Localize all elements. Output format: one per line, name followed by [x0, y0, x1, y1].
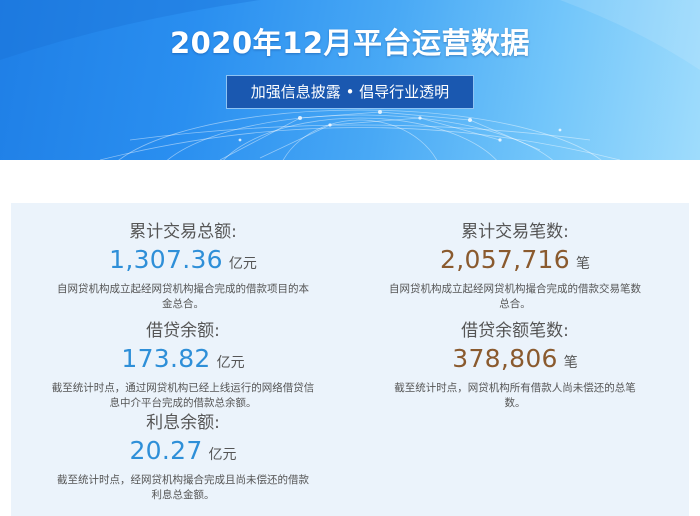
- stat-value-line: 1,307.36 亿元: [37, 245, 329, 279]
- stat-value-line: 2,057,716 笔: [369, 245, 661, 279]
- stat-value-line: 173.82 亿元: [37, 344, 329, 378]
- stat-unit: 笔: [563, 355, 578, 371]
- stat-value: 173.82: [121, 344, 211, 373]
- stat-value-line: 20.27 亿元: [37, 436, 329, 470]
- stat-value: 2,057,716: [440, 245, 570, 274]
- header-banner: 2020年12月平台运营数据 加强信息披露 • 倡导行业透明: [0, 0, 700, 160]
- stat-label: 累计交易总额:: [129, 222, 237, 242]
- stat-description: 截至统计时点，通过网贷机构已经上线运行的网络借贷信息中介平台完成的借款总余额。: [51, 382, 315, 409]
- stat-label: 借贷余额:: [146, 321, 220, 341]
- stat-total-amount: 累计交易总额: 1,307.36 亿元 自网贷机构成立起经网贷机构撮合完成的借款项…: [37, 221, 329, 312]
- stat-description: 截至统计时点，经网贷机构撮合完成且尚未偿还的借款利息总金额。: [57, 474, 309, 501]
- stat-loan-balance: 借贷余额: 173.82 亿元 截至统计时点，通过网贷机构已经上线运行的网络借贷信…: [37, 320, 329, 411]
- stat-label: 利息余额:: [146, 413, 220, 433]
- stat-value: 1,307.36: [109, 245, 223, 274]
- stat-value-line: 378,806 笔: [369, 344, 661, 378]
- stat-label: 累计交易笔数:: [461, 222, 569, 242]
- page-title: 2020年12月平台运营数据: [169, 26, 531, 60]
- stat-unit: 亿元: [208, 447, 237, 463]
- stat-description: 自网贷机构成立起经网贷机构撮合完成的借款交易笔数总合。: [389, 283, 641, 310]
- stat-unit: 亿元: [216, 355, 245, 371]
- stat-total-count: 累计交易笔数: 2,057,716 笔 自网贷机构成立起经网贷机构撮合完成的借款交…: [369, 221, 661, 312]
- stat-loan-balance-count: 借贷余额笔数: 378,806 笔 截至统计时点，网贷机构所有借款人尚未偿还的总笔…: [369, 320, 661, 411]
- stats-panel: 累计交易总额: 1,307.36 亿元 自网贷机构成立起经网贷机构撮合完成的借款项…: [11, 203, 689, 516]
- stat-unit: 亿元: [228, 256, 257, 272]
- stat-interest-balance: 利息余额: 20.27 亿元 截至统计时点，经网贷机构撮合完成且尚未偿还的借款利息…: [37, 412, 329, 503]
- stat-label: 借贷余额笔数:: [461, 321, 569, 341]
- stat-description: 自网贷机构成立起经网贷机构撮合完成的借款项目的本金总合。: [57, 283, 309, 310]
- slogan-badge: 加强信息披露 • 倡导行业透明: [226, 75, 474, 109]
- stat-value: 378,806: [452, 344, 558, 373]
- stat-unit: 笔: [575, 256, 590, 272]
- stat-value: 20.27: [129, 436, 203, 465]
- stat-description: 截至统计时点，网贷机构所有借款人尚未偿还的总笔数。: [394, 382, 636, 409]
